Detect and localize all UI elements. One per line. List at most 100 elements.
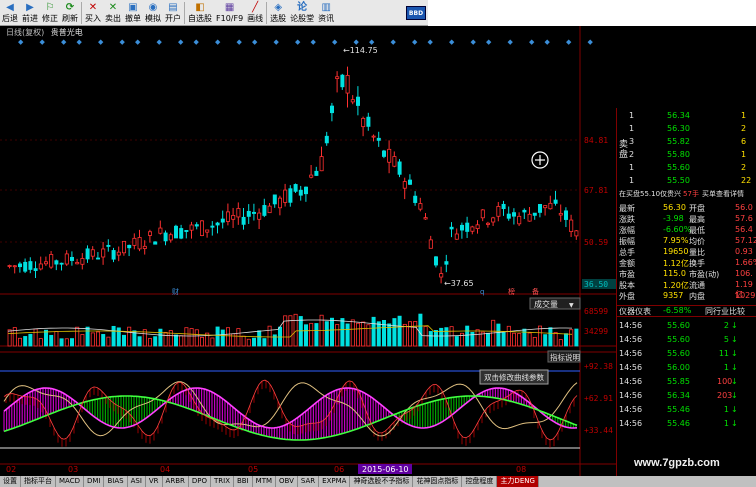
candle-body [491, 217, 496, 223]
volume-type-label: 成交量 [534, 299, 558, 309]
kline-chart-area[interactable]: 日线(复权) 贵普光电 ◆ ◆ ◆ ◆ ◆ ◆ ◆ ◆ ◆ ◆ ◆ ◆ ◆ ◆ ◆ ◆ ◆ ◆ ◆ ◆ ◆ ◆ ◆ ◆ ◆ ◆ ◆ ◆… [0, 26, 616, 476]
candle-body [449, 226, 454, 230]
tab-14[interactable]: EXPMA [319, 476, 351, 487]
sell-button[interactable]: ✕ 卖出 [103, 0, 123, 26]
candle-body [392, 156, 397, 167]
tab-2[interactable]: MACD [56, 476, 84, 487]
candle-body [49, 254, 54, 268]
volume-bar [215, 326, 220, 347]
stat-value: 0.93 [735, 247, 753, 256]
toolbar-label: 卖出 [105, 14, 121, 23]
simulate-button[interactable]: ◉ 模拟 [143, 0, 163, 26]
order-book-row[interactable]: 1 56.34 1 [617, 110, 756, 123]
simulate-icon: ◉ [148, 2, 158, 13]
candle-body [272, 194, 277, 205]
tab-12[interactable]: OBV [276, 476, 298, 487]
candle-body [23, 261, 28, 272]
back-button[interactable]: ◀ 后退 [0, 0, 20, 26]
stat-value: -3.98 [663, 214, 684, 223]
tab-13[interactable]: SAR [298, 476, 320, 487]
order-price: 56.30 [667, 124, 690, 133]
stat-row: 最新 56.30 开盘 56.0 [617, 203, 756, 214]
refresh-button[interactable]: ⟳ 刷新 [60, 0, 80, 26]
bbd-button[interactable]: BBD [406, 6, 426, 20]
order-book-row[interactable]: 1 55.60 2 [617, 162, 756, 175]
news-icon: ▥ [321, 2, 331, 13]
stock-picker-button[interactable]: ◈ 选股 [268, 0, 288, 26]
f10-button[interactable]: ▦ F10/F9 [214, 0, 245, 26]
draw-line-button[interactable]: ╱ 画线 [245, 0, 265, 26]
tab-7[interactable]: ARBR [163, 476, 189, 487]
tab-0[interactable]: 设置 [0, 476, 21, 487]
order-book-row[interactable]: 3 55.82 6 [617, 136, 756, 149]
candle-body [220, 218, 225, 223]
order-info-row[interactable]: 在买盘55.10仅贵兴 57手 买单查看详情 [619, 189, 756, 199]
candle-body [132, 237, 137, 246]
volume-bar [33, 328, 38, 347]
tick-price: 55.46 [667, 419, 690, 428]
detail-link[interactable]: 查看详情 [716, 190, 744, 198]
candle-body [194, 224, 199, 227]
candle-body [506, 213, 511, 219]
tab-9[interactable]: TRIX [211, 476, 234, 487]
volume-axis-label: 34299 [584, 327, 608, 336]
stat-key: 股本 [619, 281, 635, 290]
signal-diamond-icon: ◆ [194, 38, 200, 46]
candle-body [423, 217, 428, 220]
order-book-row[interactable]: 1 56.30 2 [617, 123, 756, 136]
down-arrow-icon: ↓ [731, 405, 738, 414]
tab-17[interactable]: 控盘程度 [462, 476, 498, 487]
candle-body [173, 225, 178, 239]
tab-1[interactable]: 指标平台 [21, 476, 56, 487]
open-account-button[interactable]: ▤ 开户 [163, 0, 183, 26]
industry-name[interactable]: 仪器仪表 [619, 306, 651, 317]
tab-16[interactable]: 花神固点指标 [413, 476, 463, 487]
industry-compare[interactable]: 同行业比较 [705, 306, 745, 317]
candle-body [267, 205, 272, 214]
watchlist-button[interactable]: ◧ 自选股 [186, 0, 214, 26]
tick-time: 14:56 [619, 405, 643, 414]
candle-body [543, 205, 548, 209]
toolbar-separator [184, 2, 185, 24]
tab-15[interactable]: 神奇选股不予指标 [350, 476, 414, 487]
news-button[interactable]: ▥ 资讯 [316, 0, 336, 26]
buy-button[interactable]: ✕ 买入 [83, 0, 103, 26]
candle-body [402, 181, 407, 189]
tab-10[interactable]: BBI [234, 476, 253, 487]
tab-4[interactable]: BIAS [104, 476, 128, 487]
event-marker[interactable]: 财 [172, 287, 179, 296]
forward-button[interactable]: ▶ 前进 [20, 0, 40, 26]
tab-11[interactable]: MTM [253, 476, 277, 487]
candle-body [33, 268, 38, 271]
volume-bar [173, 334, 178, 347]
signal-diamond-icon: ◆ [157, 38, 163, 46]
forum-button[interactable]: 论论股堂 [288, 0, 316, 26]
event-marker[interactable]: 榜 [508, 287, 515, 296]
stat-row: 金额 1.12亿换手 1.66% [617, 258, 756, 269]
in-ratio: 仅贵兴 [660, 190, 682, 198]
watermark: www.7gpzb.com [634, 457, 720, 469]
chart-canvas[interactable]: ◆ ◆ ◆ ◆ ◆ ◆ ◆ ◆ ◆ ◆ ◆ ◆ ◆ ◆ ◆ ◆ ◆ ◆ ◆ ◆ ◆ ◆ ◆ ◆ ◆ ◆ ◆ ◆ ◆ ◆ 84.81 67.81… [0, 26, 616, 476]
tab-6[interactable]: VR [146, 476, 163, 487]
volume-bar [90, 332, 95, 347]
volume-bar [558, 339, 563, 347]
tab-5[interactable]: ASI [128, 476, 146, 487]
sell-icon: ✕ [108, 2, 118, 13]
tab-8[interactable]: DPO [189, 476, 211, 487]
event-marker[interactable]: q [480, 288, 484, 296]
candle-body [428, 239, 433, 249]
industry-row[interactable]: 仪器仪表 -6.58% 同行业比较 [617, 305, 756, 317]
buy-order-label: 买单 [701, 190, 716, 198]
fix-button[interactable]: ⚐ 修正 [40, 0, 60, 26]
tab-3[interactable]: DMI [84, 476, 105, 487]
volume-bar [236, 328, 241, 347]
event-marker[interactable]: 备 [532, 287, 539, 296]
volume-bar [418, 313, 423, 347]
open-account-icon: ▤ [168, 2, 178, 13]
tab-18[interactable]: 主力DENG [497, 476, 539, 487]
order-book-row[interactable]: 2 55.80 1 [617, 149, 756, 162]
order-book-row[interactable]: 1 55.50 22 [617, 175, 756, 188]
stat-key: 金额 [619, 259, 635, 268]
cancel-order-button[interactable]: ▣ 撤单 [123, 0, 143, 26]
stat-row: 涨幅 -6.60% 最低 56.4 [617, 225, 756, 236]
